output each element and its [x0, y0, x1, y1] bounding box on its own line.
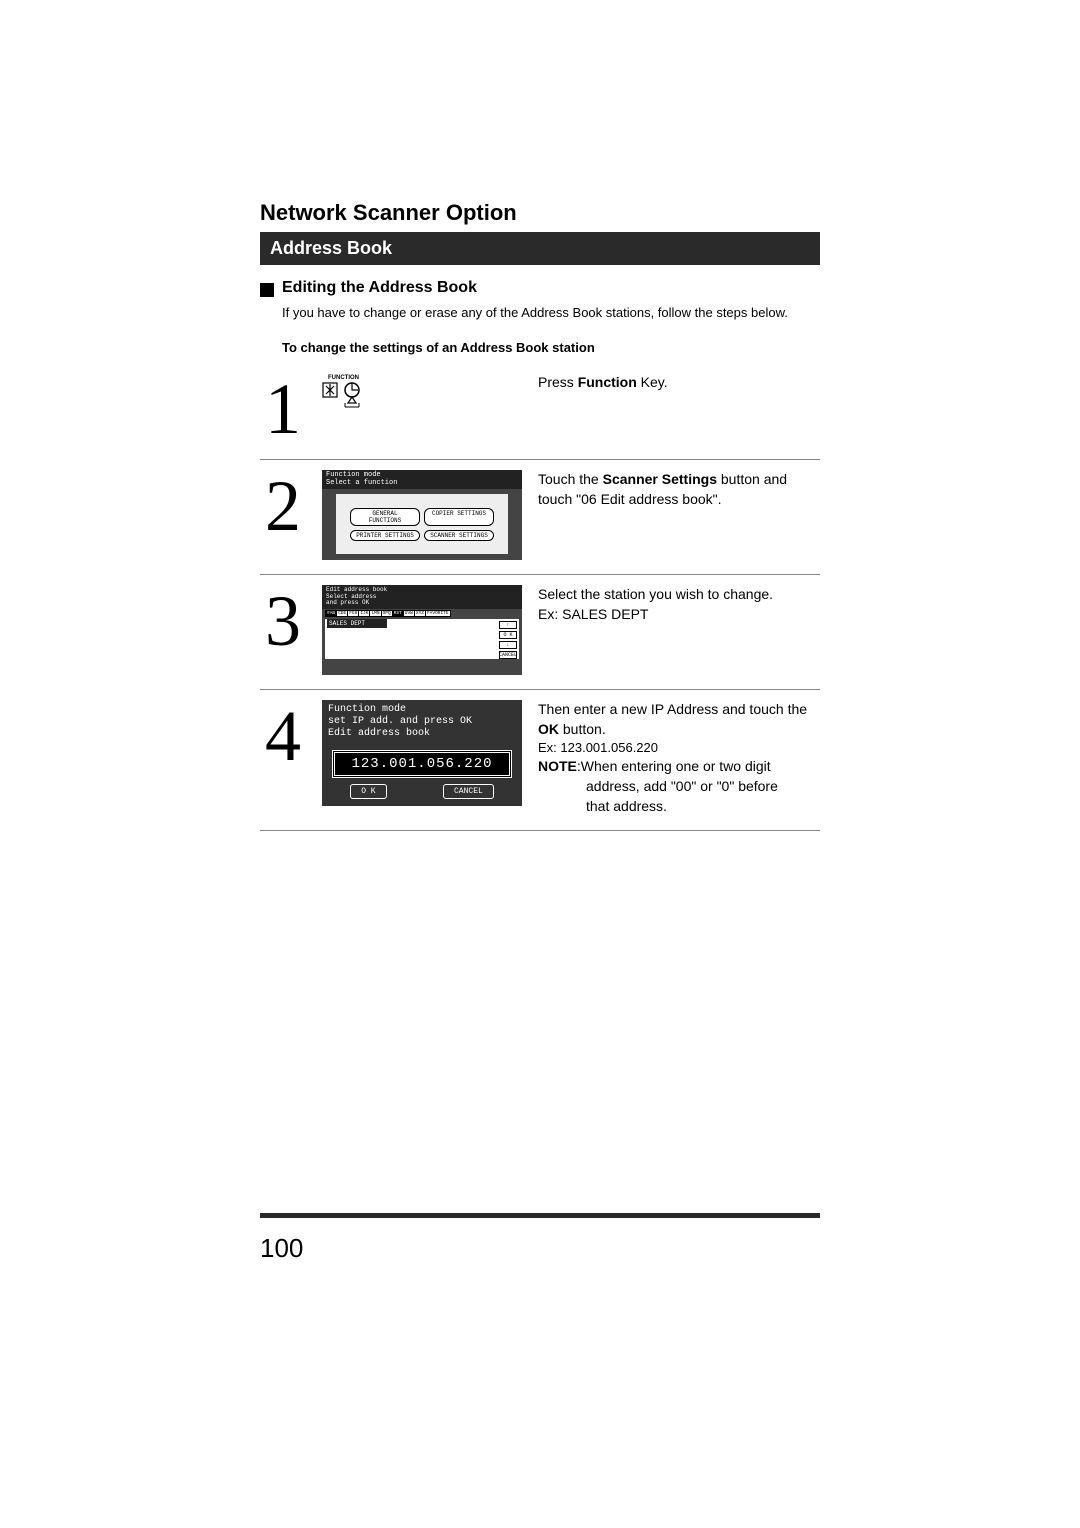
cancel-button[interactable]: CANCEL	[443, 784, 494, 799]
step-number: 2	[260, 470, 306, 560]
step-number: 3	[260, 585, 306, 675]
lcd-button[interactable]: PRINTER SETTINGS	[350, 530, 420, 541]
step-number: 4	[260, 700, 306, 816]
cancel-button[interactable]: CANCEL	[499, 651, 517, 659]
square-bullet-icon	[260, 283, 274, 297]
lcd-header-line: and press OK	[326, 600, 518, 607]
function-key-icon: FUNCTION	[322, 375, 522, 411]
page-number: 100	[260, 1233, 303, 1264]
text-bold: OK	[538, 721, 559, 737]
text: Key.	[637, 374, 668, 390]
lcd-header-line: set IP add. and press OK	[328, 716, 516, 728]
text: button.	[559, 721, 606, 737]
change-heading: To change the settings of an Address Boo…	[282, 340, 820, 355]
step-text: Touch the Scanner Settings button and to…	[538, 470, 820, 560]
text-bold: Function	[578, 374, 637, 390]
note-text: that address.	[586, 797, 820, 817]
text-bold: Scanner Settings	[603, 471, 717, 487]
step-row: 3 Edit address book Select address and p…	[260, 575, 820, 690]
step-text: Select the station you wish to change. E…	[538, 585, 820, 675]
note-text: address, add "00" or "0" before	[586, 777, 820, 797]
step-number: 1	[260, 373, 306, 445]
step-text: Then enter a new IP Address and touch th…	[538, 700, 820, 816]
ip-address-field[interactable]: 123.001.056.220	[332, 750, 512, 778]
bottom-rule	[260, 1213, 820, 1218]
note-label: NOTE	[538, 758, 577, 774]
lcd-header-line: Select a function	[326, 480, 518, 488]
ok-button[interactable]: O K	[499, 631, 517, 639]
lcd-screen: Function mode Select a function GENERAL …	[322, 470, 522, 560]
note-text: :When entering one or two digit	[577, 758, 771, 774]
function-key-label: FUNCTION	[328, 375, 522, 381]
lcd-tab[interactable]: FAVORITE	[425, 610, 451, 617]
scroll-down-button[interactable]: ↓	[499, 641, 517, 649]
page-title: Network Scanner Option	[260, 200, 820, 226]
text: Ex: SALES DEPT	[538, 605, 820, 625]
step-row: 2 Function mode Select a function GENERA…	[260, 460, 820, 575]
text: Touch the	[538, 471, 603, 487]
text: Select the station you wish to change.	[538, 585, 820, 605]
text: Then enter a new IP Address and touch th…	[538, 701, 807, 717]
section-banner: Address Book	[260, 232, 820, 265]
ok-button[interactable]: O K	[350, 784, 386, 799]
lcd-button[interactable]: SCANNER SETTINGS	[424, 530, 494, 541]
lcd-screen: Edit address book Select address and pre…	[322, 585, 522, 675]
example-value: : 123.001.056.220	[553, 740, 658, 755]
intro-text: If you have to change or erase any of th…	[282, 305, 820, 320]
lcd-screen: Function mode set IP add. and press OK E…	[322, 700, 522, 806]
lcd-button[interactable]: COPIER SETTINGS	[424, 508, 494, 526]
step-text: Press Function Key.	[538, 373, 820, 445]
lcd-list-entry[interactable]: SALES DEPT	[327, 619, 387, 628]
text: Press	[538, 374, 578, 390]
subheading: Editing the Address Book	[282, 279, 477, 297]
step-row: 1 FUNCTION Press Function Key	[260, 363, 820, 460]
step-row: 4 Function mode set IP add. and press OK…	[260, 690, 820, 831]
scroll-up-button[interactable]: ↑	[499, 621, 517, 629]
lcd-button[interactable]: GENERAL FUNCTIONS	[350, 508, 420, 526]
lcd-header-line: Function mode	[328, 704, 516, 716]
lcd-header-line: Edit address book	[328, 728, 516, 740]
example-label: Ex	[538, 740, 553, 755]
